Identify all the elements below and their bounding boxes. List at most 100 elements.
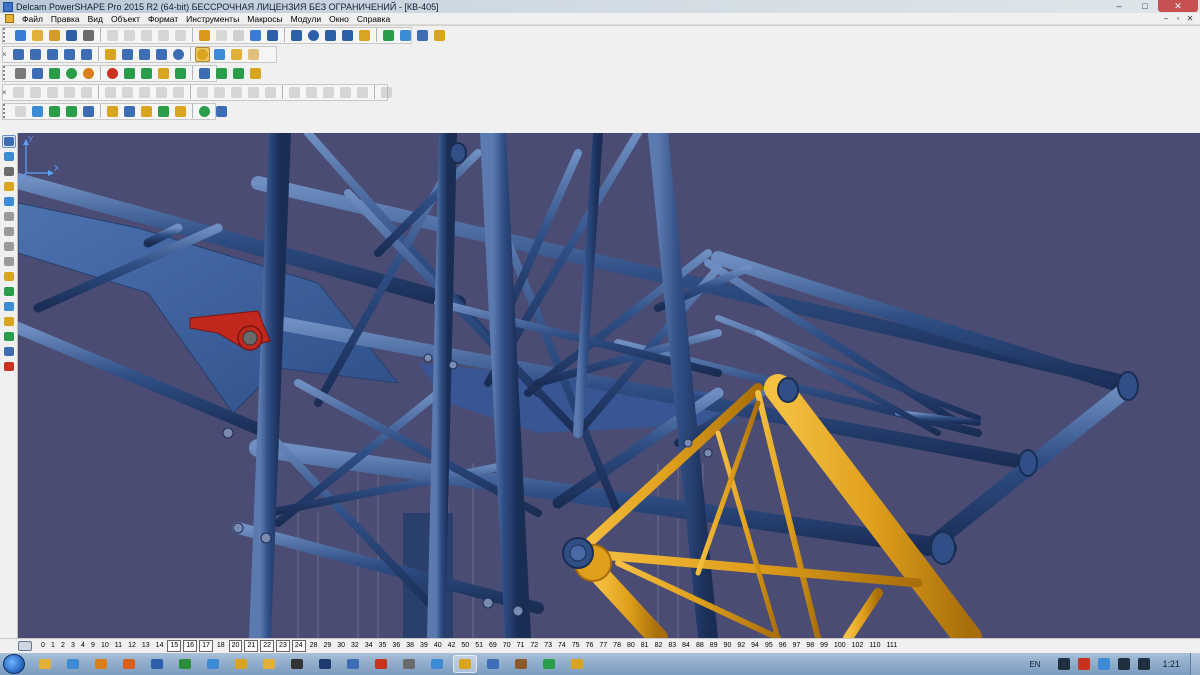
taskbar-powershape-3[interactable] [565, 655, 589, 673]
ball-orange-button[interactable] [81, 66, 96, 81]
volume-icon[interactable] [1138, 658, 1151, 670]
solid-select-button[interactable] [11, 85, 26, 100]
taskbar-powershape[interactable] [229, 655, 253, 673]
grid-snap-button[interactable] [2, 210, 16, 223]
level-13[interactable]: 13 [139, 641, 153, 651]
clock[interactable]: 1:21 [1162, 659, 1180, 669]
mesh-repair-button[interactable] [139, 104, 154, 119]
level-15[interactable]: 15 [167, 640, 182, 652]
cubes-button[interactable] [173, 66, 188, 81]
document-button[interactable] [30, 66, 45, 81]
level-0[interactable]: 0 [38, 641, 48, 651]
mesh-join-button[interactable] [81, 104, 96, 119]
mesh-select-button[interactable] [13, 104, 28, 119]
line-button[interactable] [289, 28, 304, 43]
menu-window[interactable]: Окно [325, 14, 353, 24]
level-98[interactable]: 98 [803, 641, 817, 651]
level-72[interactable]: 72 [527, 641, 541, 651]
solid-box-button[interactable] [62, 85, 77, 100]
taskbar-terminal[interactable] [285, 655, 309, 673]
new-model-button[interactable] [13, 28, 28, 43]
taskbar-camera[interactable] [369, 655, 393, 673]
zoom-out-button[interactable] [137, 47, 152, 62]
mirror-tool-button[interactable] [2, 285, 16, 298]
rotate-button[interactable] [2, 255, 16, 268]
doc-restore-button[interactable]: ▫ [1172, 13, 1184, 24]
level-102[interactable]: 102 [849, 641, 867, 651]
level-88[interactable]: 88 [693, 641, 707, 651]
limit-button[interactable] [2, 345, 16, 358]
taskbar-folder[interactable] [257, 655, 281, 673]
doc-minimize-button[interactable]: – [1160, 13, 1172, 24]
mesh-button[interactable] [415, 28, 430, 43]
stop-button[interactable] [2, 360, 16, 373]
offset-button[interactable] [2, 315, 16, 328]
start-button[interactable] [3, 654, 25, 674]
warning-button[interactable] [2, 180, 16, 193]
3d-viewport[interactable]: Y X [18, 133, 1200, 638]
mesh-smooth-button[interactable] [122, 104, 137, 119]
taskbar-powershape-2[interactable] [453, 655, 477, 673]
feature-button[interactable] [45, 85, 60, 100]
copy-button[interactable] [122, 28, 137, 43]
level-17[interactable]: 17 [199, 640, 213, 652]
level-36[interactable]: 36 [389, 641, 403, 651]
cut-solid-button[interactable] [212, 85, 227, 100]
help-pointer-button[interactable] [231, 28, 246, 43]
tree-button[interactable] [304, 85, 319, 100]
revolve-button[interactable] [120, 85, 135, 100]
level-89[interactable]: 89 [707, 641, 721, 651]
surface-button[interactable] [357, 28, 372, 43]
level-99[interactable]: 99 [817, 641, 831, 651]
menu-tools[interactable]: Инструменты [182, 14, 243, 24]
level-71[interactable]: 71 [514, 641, 528, 651]
level-77[interactable]: 77 [596, 641, 610, 651]
erase-button[interactable] [156, 28, 171, 43]
fillet-button[interactable] [137, 85, 152, 100]
mesh-scale-button[interactable] [173, 104, 188, 119]
taskbar-archive[interactable] [509, 655, 533, 673]
view-iso-button[interactable] [62, 47, 77, 62]
view-rotate-button[interactable] [79, 47, 94, 62]
pattern-button[interactable] [229, 85, 244, 100]
level-18[interactable]: 18 [214, 641, 228, 651]
level-30[interactable]: 30 [334, 641, 348, 651]
level-111[interactable]: 111 [883, 641, 900, 651]
level-83[interactable]: 83 [665, 641, 679, 651]
level-74[interactable]: 74 [555, 641, 569, 651]
taskbar-explorer[interactable] [33, 655, 57, 673]
level-80[interactable]: 80 [624, 641, 638, 651]
taskbar-disk[interactable] [341, 655, 365, 673]
curve-button[interactable] [323, 28, 338, 43]
level-97[interactable]: 97 [790, 641, 804, 651]
crane-model-render[interactable] [18, 133, 1200, 638]
play-button[interactable] [122, 66, 137, 81]
level-75[interactable]: 75 [569, 641, 583, 651]
level-38[interactable]: 38 [403, 641, 417, 651]
level-35[interactable]: 35 [376, 641, 390, 651]
level-11[interactable]: 11 [112, 641, 125, 651]
undo-button[interactable] [197, 28, 212, 43]
draft-button[interactable] [263, 85, 278, 100]
level-3[interactable]: 3 [68, 641, 78, 651]
level-81[interactable]: 81 [638, 641, 652, 651]
quick-select-button[interactable] [2, 150, 16, 163]
level-76[interactable]: 76 [583, 641, 597, 651]
level-78[interactable]: 78 [610, 641, 624, 651]
level-29[interactable]: 29 [320, 641, 334, 651]
taskbar-paint[interactable] [201, 655, 225, 673]
solid-cyl-button[interactable] [79, 85, 94, 100]
level-39[interactable]: 39 [417, 641, 431, 651]
zoom-fit-button[interactable] [103, 47, 118, 62]
taskbar-firefox[interactable] [117, 655, 141, 673]
open-button[interactable] [30, 28, 45, 43]
taskbar-ie[interactable] [61, 655, 85, 673]
mesh-split-button[interactable] [105, 104, 120, 119]
cube-button[interactable] [156, 66, 171, 81]
assembly-button[interactable] [398, 28, 413, 43]
menu-view[interactable]: Вид [84, 14, 107, 24]
workplane-snap-button[interactable] [2, 225, 16, 238]
show-desktop-button[interactable] [1190, 653, 1200, 675]
level-14[interactable]: 14 [153, 641, 167, 651]
circle-button[interactable] [306, 28, 321, 43]
